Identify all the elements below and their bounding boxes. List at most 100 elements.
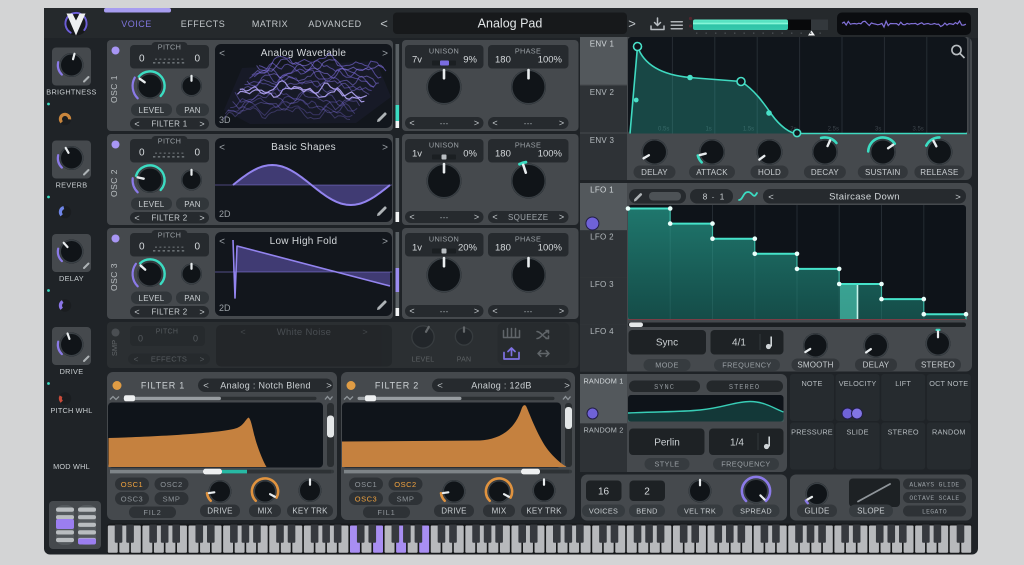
svg-text:VOICES: VOICES	[589, 507, 618, 516]
svg-text:LFO 3: LFO 3	[590, 280, 614, 289]
svg-text:0%: 0%	[463, 149, 477, 160]
svg-text:<: <	[219, 237, 225, 248]
svg-text:SLIDE: SLIDE	[847, 428, 869, 437]
svg-text:---: ---	[524, 307, 533, 316]
svg-text:LEGATO: LEGATO	[922, 509, 947, 516]
svg-text:UNISON: UNISON	[429, 141, 459, 150]
svg-text:0: 0	[139, 54, 145, 65]
svg-text:---: ---	[440, 307, 449, 316]
svg-text:OSC3: OSC3	[121, 495, 143, 504]
svg-text:<: <	[437, 381, 443, 392]
svg-text:---: ---	[524, 119, 533, 128]
svg-text:STEREO: STEREO	[888, 428, 919, 437]
svg-text:OSC3: OSC3	[355, 495, 377, 504]
svg-text:180: 180	[495, 149, 511, 160]
svg-text:LIFT: LIFT	[895, 379, 911, 388]
svg-text:OSC1: OSC1	[355, 480, 377, 489]
svg-text:STYLE: STYLE	[654, 460, 679, 469]
svg-text:1/4: 1/4	[730, 438, 744, 449]
svg-text:LEVEL: LEVEL	[139, 294, 165, 303]
svg-text:OSC 2: OSC 2	[109, 169, 119, 197]
svg-text:MIX: MIX	[492, 507, 507, 516]
svg-text:DRIVE: DRIVE	[60, 367, 84, 376]
svg-text:DECAY: DECAY	[811, 168, 839, 177]
svg-text:FIL1: FIL1	[377, 508, 395, 517]
svg-text:<: <	[409, 212, 414, 222]
svg-text:PITCH WHL: PITCH WHL	[51, 406, 93, 415]
svg-text:>: >	[564, 381, 570, 392]
svg-text:FILTER 2: FILTER 2	[151, 308, 187, 317]
svg-text:Sync: Sync	[656, 338, 678, 349]
svg-text:MATRIX: MATRIX	[252, 19, 288, 29]
svg-text:0: 0	[193, 334, 198, 344]
svg-text:OCTAVE SCALE: OCTAVE SCALE	[909, 495, 959, 502]
svg-text:DELAY: DELAY	[641, 168, 668, 177]
svg-text:>: >	[474, 118, 479, 128]
svg-text:>: >	[382, 143, 388, 154]
svg-text:SLOPE: SLOPE	[857, 507, 885, 516]
svg-text:VOICE: VOICE	[121, 19, 152, 29]
svg-text:STEREO: STEREO	[729, 384, 760, 392]
svg-text:0: 0	[194, 148, 200, 159]
svg-text:3.5s: 3.5s	[912, 127, 923, 133]
svg-text:LFO 1: LFO 1	[590, 186, 614, 195]
svg-text:<: <	[768, 192, 774, 203]
svg-text:100%: 100%	[538, 149, 563, 160]
svg-text:>: >	[559, 212, 564, 222]
svg-text:0: 0	[139, 148, 145, 159]
svg-text:UNISON: UNISON	[429, 235, 459, 244]
svg-text:ENV 3: ENV 3	[590, 136, 615, 145]
svg-text:PITCH: PITCH	[156, 329, 179, 336]
svg-text:20%: 20%	[458, 243, 478, 254]
svg-text:<: <	[134, 119, 139, 129]
svg-text:<: <	[492, 118, 497, 128]
svg-text:FILTER 1: FILTER 1	[151, 120, 187, 129]
svg-text:<: <	[380, 16, 388, 31]
svg-text:PRESSURE: PRESSURE	[791, 428, 833, 437]
svg-text:4/1: 4/1	[732, 338, 746, 349]
svg-text:OSC2: OSC2	[394, 480, 416, 489]
svg-text:PITCH: PITCH	[158, 137, 181, 146]
svg-text:VELOCITY: VELOCITY	[839, 379, 877, 388]
svg-text:LEVEL: LEVEL	[139, 106, 165, 115]
svg-text:>: >	[382, 237, 388, 248]
svg-text:MODE: MODE	[655, 361, 679, 370]
svg-text:MOD WHL: MOD WHL	[53, 462, 90, 471]
svg-text:FILTER 1: FILTER 1	[141, 381, 185, 391]
svg-text:<: <	[492, 306, 497, 316]
svg-text:Staircase Down: Staircase Down	[829, 192, 900, 203]
svg-text:1v: 1v	[412, 243, 422, 254]
svg-text:DELAY: DELAY	[59, 274, 84, 283]
svg-text:SMP: SMP	[397, 495, 415, 504]
svg-text:EFFECTS: EFFECTS	[151, 355, 187, 364]
svg-text:---: ---	[440, 119, 449, 128]
svg-text:SMP: SMP	[110, 340, 119, 356]
svg-text:PAN: PAN	[184, 200, 200, 209]
svg-text:SUSTAIN: SUSTAIN	[865, 168, 901, 177]
svg-text:2D: 2D	[219, 209, 231, 219]
svg-text:PITCH: PITCH	[158, 231, 181, 240]
svg-text:SMOOTH: SMOOTH	[797, 361, 833, 370]
svg-text:<: <	[134, 307, 139, 317]
svg-text:HOLD: HOLD	[758, 168, 781, 177]
svg-text:2.5s: 2.5s	[828, 127, 839, 133]
svg-text:GLIDE: GLIDE	[804, 507, 829, 516]
svg-text:SYNC: SYNC	[654, 384, 675, 392]
svg-text:OSC 1: OSC 1	[109, 75, 119, 103]
svg-text:>: >	[559, 118, 564, 128]
svg-text:2: 2	[644, 487, 650, 498]
svg-text:LEVEL: LEVEL	[139, 200, 165, 209]
svg-text:FILTER 2: FILTER 2	[151, 214, 187, 223]
svg-text:7v: 7v	[412, 55, 422, 66]
svg-text:DRIVE: DRIVE	[441, 507, 466, 516]
svg-text:REVERB: REVERB	[56, 181, 88, 190]
svg-text:>: >	[200, 355, 205, 364]
svg-text:>: >	[474, 212, 479, 222]
svg-text:-: -	[712, 192, 715, 202]
svg-text:0: 0	[194, 54, 200, 65]
svg-text:Analog : Notch Blend: Analog : Notch Blend	[220, 381, 311, 391]
svg-text:<: <	[134, 355, 139, 364]
svg-text:PITCH: PITCH	[158, 43, 181, 52]
svg-text:SMP: SMP	[163, 495, 181, 504]
svg-text:ADVANCED: ADVANCED	[308, 19, 361, 29]
